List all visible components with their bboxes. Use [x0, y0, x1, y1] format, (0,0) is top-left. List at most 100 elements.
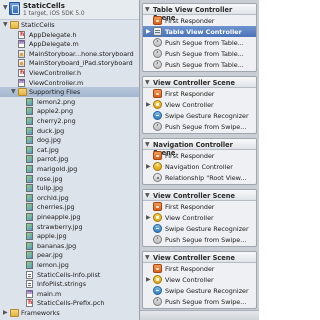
row-label: cat.jpg [37, 145, 59, 154]
file-row[interactable]: MainStoryboard_iPad.storyboard [0, 58, 139, 68]
row-label: pineapple.jpg [37, 213, 81, 221]
scene-object-row[interactable]: ▶ Navigation Controller [143, 161, 256, 172]
segue-icon [153, 59, 162, 69]
relationship-icon [153, 173, 162, 182]
row-label: apple2.png [37, 107, 73, 116]
row-label: parrot.jpg [37, 155, 69, 164]
row-label: StaticCells-Info.plist [37, 270, 101, 279]
image-file-icon [26, 174, 33, 183]
row-label: pear.jpg [37, 251, 63, 260]
scene-object-label: First Responder [165, 152, 215, 160]
scene-object-row[interactable]: ▶ View Controller [143, 274, 256, 285]
image-file-icon [26, 251, 33, 260]
file-row[interactable]: rose.jpg [0, 174, 139, 184]
group-row[interactable]: ▶ Frameworks [0, 308, 139, 318]
scene-object-label: Push Segue from Swipe... [165, 123, 247, 131]
file-row[interactable]: ViewController.m [0, 78, 139, 88]
file-row[interactable]: dog.jpg [0, 135, 139, 145]
scene-object-row[interactable]: Swipe Gesture Recognizer [143, 285, 256, 296]
scene-object-row[interactable]: First Responder [143, 150, 256, 161]
scene-object-row[interactable]: First Responder [143, 88, 256, 99]
file-row[interactable]: MainStoryboar...hone.storyboard [0, 49, 139, 59]
disclosure-closed-icon[interactable]: ▶ [146, 214, 151, 221]
file-row[interactable]: apple2.png [0, 106, 139, 116]
scene-title: View Controller Scene [153, 79, 235, 87]
file-row[interactable]: pear.jpg [0, 250, 139, 260]
file-row[interactable]: orchid.jpg [0, 193, 139, 203]
disclosure-closed-icon[interactable]: ▶ [146, 28, 151, 35]
file-row[interactable]: cherry2.png [0, 116, 139, 126]
scene-object-row[interactable]: Swipe Gesture Recognizer [143, 223, 256, 234]
disclosure-open-icon[interactable]: ▼ [3, 21, 9, 28]
disclosure-open-icon[interactable]: ▼ [145, 141, 150, 148]
scene-object-label: First Responder [165, 203, 215, 211]
disclosure-open-icon[interactable]: ▼ [145, 192, 150, 199]
plist-file-icon [26, 270, 33, 279]
file-row[interactable]: cherries.jpg [0, 202, 139, 212]
file-row[interactable]: InfoPlist.strings [0, 279, 139, 289]
file-row[interactable]: StaticCells-Prefix.pch [0, 298, 139, 308]
file-row[interactable]: parrot.jpg [0, 154, 139, 164]
row-label: marigold.jpg [37, 165, 78, 173]
group-row[interactable]: ▼ StaticCells [0, 20, 139, 30]
file-row[interactable]: cat.jpg [0, 145, 139, 155]
scene-header[interactable]: ▼ View Controller Scene [143, 252, 256, 263]
scene-object-row[interactable]: Relationship "Root View... [143, 172, 256, 183]
scene-object-row[interactable]: Push Segue from Swipe... [143, 234, 256, 245]
file-row[interactable]: tulip.jpg [0, 183, 139, 193]
file-row[interactable]: lemon.jpg [0, 260, 139, 270]
scene-object-row[interactable]: Push Segue from Table... [143, 37, 256, 48]
file-row[interactable]: bananas.jpg [0, 241, 139, 251]
disclosure-open-icon[interactable]: ▼ [145, 254, 150, 261]
scene-header[interactable]: ▼ View Controller Scene [143, 77, 256, 88]
scene-object-row[interactable]: Push Segue from Swipe... [143, 296, 256, 307]
first-responder-icon [153, 16, 162, 25]
disclosure-open-icon[interactable]: ▼ [145, 6, 150, 13]
swipe-gesture-icon [153, 286, 162, 295]
row-label: main.m [37, 289, 62, 298]
disclosure-open-icon[interactable]: ▼ [3, 4, 8, 11]
file-row[interactable]: lemon2.png [0, 97, 139, 107]
scene-header[interactable]: ▼ Table View Controller Scene [143, 4, 256, 22]
group-row[interactable]: ▼ Supporting Files [0, 87, 139, 98]
image-file-icon [26, 203, 33, 212]
disclosure-closed-icon[interactable]: ▶ [146, 163, 151, 170]
file-row[interactable]: ViewController.h [0, 68, 139, 78]
scene-object-row[interactable]: First Responder [143, 15, 256, 26]
scene-object-row[interactable]: Push Segue from Table... [143, 59, 256, 70]
scene-object-row[interactable]: Push Segue from Swipe... [143, 121, 256, 132]
disclosure-closed-icon[interactable]: ▶ [146, 101, 151, 108]
disclosure-open-icon[interactable]: ▼ [11, 88, 17, 95]
file-row[interactable]: marigold.jpg [0, 164, 139, 174]
project-name: StaticCells [23, 2, 65, 10]
file-row[interactable]: pineapple.jpg [0, 212, 139, 222]
scene-object-row[interactable]: ▶ Table View Controller [143, 26, 256, 37]
navigation-controller-icon [153, 161, 162, 171]
file-row[interactable]: strawberry.jpg [0, 222, 139, 232]
first-responder-icon [153, 264, 162, 273]
source-file-icon [26, 289, 33, 298]
scene-object-row[interactable]: First Responder [143, 201, 256, 212]
scene-object-row[interactable]: First Responder [143, 263, 256, 274]
row-label: apple.jpg [37, 232, 67, 241]
scene-object-row[interactable]: ▶ View Controller [143, 212, 256, 223]
file-row[interactable]: main.m [0, 289, 139, 299]
row-label: tulip.jpg [37, 184, 64, 193]
scene-object-row[interactable]: Push Segue from Table... [143, 48, 256, 59]
disclosure-closed-icon[interactable]: ▶ [3, 309, 9, 316]
source-file-icon [18, 78, 25, 87]
scene-object-row[interactable]: ▶ View Controller [143, 99, 256, 110]
file-row[interactable]: StaticCells-Info.plist [0, 270, 139, 280]
file-row[interactable]: duck.jpg [0, 126, 139, 136]
file-row[interactable]: AppDelegate.h [0, 30, 139, 40]
scene-header[interactable]: ▼ View Controller Scene [143, 190, 256, 201]
disclosure-closed-icon[interactable]: ▶ [146, 276, 151, 283]
file-row[interactable]: AppDelegate.m [0, 39, 139, 49]
segue-icon [153, 37, 162, 47]
file-row[interactable]: apple.jpg [0, 231, 139, 241]
project-header[interactable]: ▼ StaticCells 1 target, iOS SDK 5.0 [0, 0, 139, 20]
scene-header[interactable]: ▼ Navigation Controller Scene [143, 139, 256, 157]
scene-object-row[interactable]: Swipe Gesture Recognizer [143, 110, 256, 121]
view-controller-icon [153, 213, 162, 222]
disclosure-open-icon[interactable]: ▼ [145, 79, 150, 86]
